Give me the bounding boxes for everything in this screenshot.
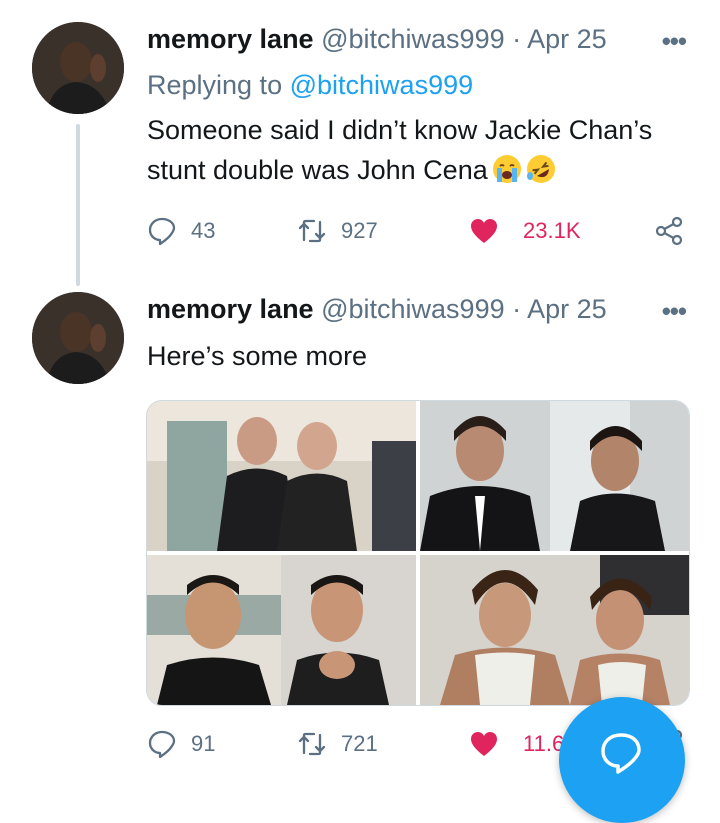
replying-to-mention[interactable]: @bitchiwas999 [290,70,474,100]
media-grid [146,400,690,706]
retweet-count: 721 [341,731,378,756]
reply-icon [148,217,176,246]
reply-icon [148,730,176,759]
retweet-icon [298,732,326,756]
like-button[interactable]: 11.6 [469,724,564,764]
reply-count: 43 [191,218,216,243]
reply-button[interactable]: 91 [147,724,215,764]
separator-dot: · [512,294,522,324]
like-count: 11.6 [523,731,565,756]
display-name[interactable]: memory lane [147,24,314,54]
like-count: 23.1K [523,218,581,243]
replying-to-label: Replying to [147,70,283,100]
replying-to: Replying to @bitchiwas999 [147,70,473,101]
tweet-header: memory lane @bitchiwas999 · Apr 25 [147,24,607,55]
more-options-icon[interactable]: ••• [662,296,687,327]
retweet-button[interactable]: 721 [297,724,378,764]
compose-icon [601,733,641,774]
loudly-crying-face-icon [492,155,521,183]
media-image[interactable] [147,555,416,705]
reply-button[interactable]: 43 [147,211,215,251]
retweet-button[interactable]: 927 [297,211,378,251]
tweet-text-line: Someone said I didn’t know Jackie Chan’s [147,115,653,145]
tweet-text: Here’s some more [147,341,368,371]
tweet-header: memory lane @bitchiwas999 · Apr 25 [147,294,607,325]
avatar[interactable] [32,292,124,384]
avatar[interactable] [32,22,124,114]
tweet-actions: 43 927 23.1K [147,211,692,251]
tweet-text-fragment: stunt double was John Cena [147,155,488,185]
tweet-date[interactable]: Apr 25 [527,24,607,54]
separator-dot: · [512,24,522,54]
like-button[interactable]: 23.1K [469,211,581,251]
retweet-count: 927 [341,218,378,243]
tweet-text: Someone said I didn’t know Jackie Chan’s… [147,110,652,190]
share-icon [655,216,683,246]
thread-line [76,124,80,286]
media-image[interactable] [147,401,416,551]
reply-count: 91 [191,731,216,756]
retweet-icon [298,219,326,243]
more-options-icon[interactable]: ••• [662,26,687,57]
tweet-date[interactable]: Apr 25 [527,294,607,324]
heart-icon [471,732,497,756]
heart-icon [471,219,497,243]
share-button[interactable] [654,211,698,251]
media-image[interactable] [420,555,689,705]
user-handle[interactable]: @bitchiwas999 [321,294,505,324]
tweet-text-line: stunt double was John Cena [147,150,652,190]
rolling-on-floor-laughing-icon [526,155,555,183]
compose-tweet-button[interactable] [559,697,685,823]
media-image[interactable] [420,401,689,551]
display-name[interactable]: memory lane [147,294,314,324]
user-handle[interactable]: @bitchiwas999 [321,24,505,54]
